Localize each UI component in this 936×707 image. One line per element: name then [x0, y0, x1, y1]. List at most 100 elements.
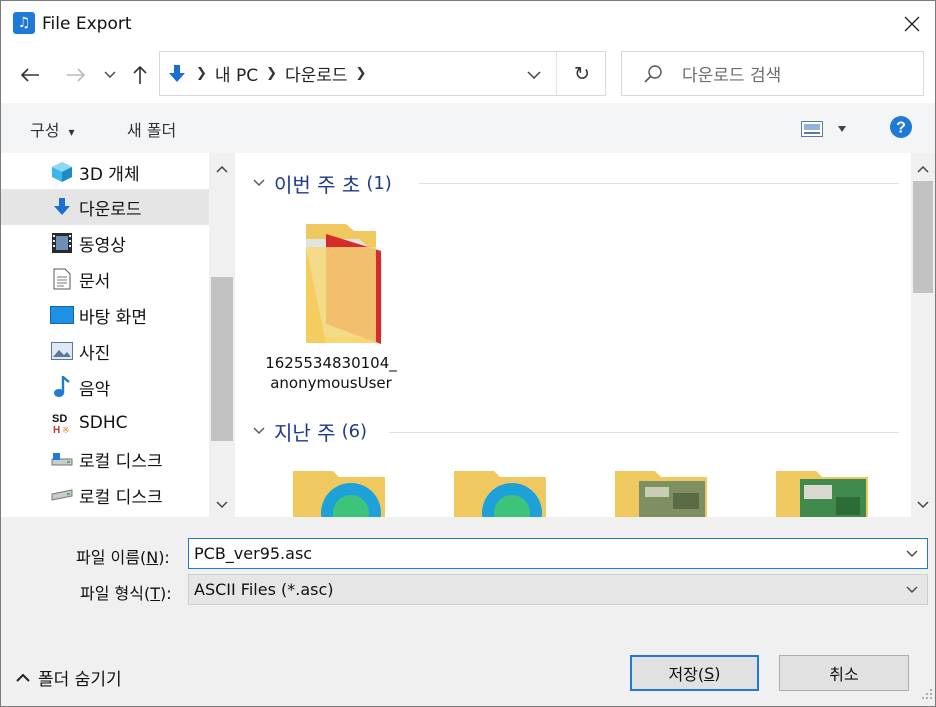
- view-thumbnail-icon: [801, 121, 823, 137]
- group-header-this-week[interactable]: 이번 주 초 (1): [249, 168, 392, 198]
- refresh-button[interactable]: ↻: [567, 60, 597, 88]
- search-input[interactable]: 다운로드 검색: [682, 61, 781, 86]
- filetype-value: ASCII Files (*.asc): [194, 580, 334, 599]
- download-icon: [50, 195, 74, 219]
- sidebar-item-label: 로컬 디스크: [79, 487, 163, 508]
- filename-field[interactable]: PCB_ver95.asc: [188, 538, 928, 569]
- document-icon: [50, 267, 74, 291]
- file-item[interactable]: [776, 471, 868, 517]
- sidebar-item-local-disk-2[interactable]: 로컬 디스크: [1, 477, 209, 513]
- navigation-scrollbar[interactable]: [209, 153, 235, 517]
- local-disk-icon: [50, 447, 74, 471]
- video-icon: [50, 231, 74, 255]
- chevron-down-icon: [104, 71, 116, 78]
- file-item[interactable]: [454, 471, 546, 517]
- refresh-icon: ↻: [574, 63, 590, 85]
- filename-value[interactable]: PCB_ver95.asc: [194, 544, 312, 563]
- 3d-objects-icon: [50, 160, 74, 184]
- sidebar-item-3d-objects[interactable]: 3D 개체: [1, 154, 209, 190]
- caret-down-icon: ▾: [68, 125, 75, 139]
- hide-folders-label: 폴더 숨기기: [38, 670, 122, 690]
- scroll-down-button[interactable]: [209, 495, 235, 515]
- group-header-last-week[interactable]: 지난 주 (6): [249, 416, 367, 446]
- filetype-dropdown[interactable]: [903, 581, 921, 599]
- cancel-button[interactable]: 취소: [779, 655, 909, 691]
- help-icon: ?: [890, 116, 912, 138]
- sidebar-item-label: 다운로드: [79, 199, 142, 220]
- divider: [556, 52, 557, 95]
- file-export-dialog: ♫ File Export ❯ 내 PC ❯ 다운로드 ❯ ↻ 다운로드 검색 …: [0, 0, 936, 707]
- filetype-label-text: 파일 형식(: [80, 584, 151, 603]
- breadcrumb-downloads[interactable]: 다운로드: [285, 61, 348, 86]
- folder-browser-icon: [293, 471, 385, 517]
- scrollbar-thumb[interactable]: [913, 181, 933, 293]
- sidebar-item-pictures[interactable]: 사진: [1, 333, 209, 369]
- folder-photo-icon: [776, 471, 868, 517]
- address-history-dropdown[interactable]: [523, 64, 545, 86]
- group-title: 지난 주: [274, 420, 336, 445]
- up-arrow-icon: [133, 65, 147, 84]
- sd-card-icon: SD H ※: [50, 411, 74, 435]
- scrollbar-thumb[interactable]: [211, 277, 233, 441]
- navigation-pane: 3D 개체 다운로드 동영상 문서 바탕 화면 사진 음악 SD H ※ SDH…: [1, 153, 209, 517]
- search-box[interactable]: 다운로드 검색: [621, 51, 924, 96]
- sidebar-item-desktop[interactable]: 바탕 화면: [1, 297, 209, 333]
- breadcrumb-this-pc[interactable]: 내 PC: [215, 61, 258, 86]
- sidebar-item-sdhc[interactable]: SD H ※ SDHC: [1, 405, 209, 441]
- help-button[interactable]: ?: [889, 115, 913, 143]
- sidebar-item-videos[interactable]: 동영상: [1, 225, 209, 261]
- sidebar-item-documents[interactable]: 문서: [1, 261, 209, 297]
- scroll-up-button[interactable]: [911, 159, 935, 179]
- up-button[interactable]: [129, 61, 151, 89]
- music-icon: [50, 375, 74, 399]
- command-bar: 구성 ▾ 새 폴더 ?: [1, 103, 935, 153]
- file-item[interactable]: [293, 471, 385, 517]
- sidebar-item-label: 음악: [79, 379, 111, 400]
- sidebar-item-label: 사진: [79, 343, 111, 364]
- group-divider: [419, 183, 899, 184]
- save-label-end: ): [714, 663, 721, 683]
- file-list-pane: 이번 주 초 (1) 1625534830104_ anonymousUser …: [235, 153, 911, 517]
- new-folder-button[interactable]: 새 폴더: [127, 117, 176, 141]
- sidebar-item-label: 로컬 디스크: [79, 451, 163, 472]
- file-list-scrollbar[interactable]: [911, 153, 935, 517]
- resize-grip-icon[interactable]: [921, 686, 933, 704]
- close-button[interactable]: [889, 1, 935, 47]
- sidebar-item-music[interactable]: 음악: [1, 369, 209, 405]
- sidebar-item-downloads[interactable]: 다운로드: [1, 189, 209, 225]
- filetype-label: 파일 형식(T):: [80, 580, 172, 604]
- chevron-down-icon: [906, 550, 918, 557]
- file-item[interactable]: [615, 471, 707, 517]
- filename-history-dropdown[interactable]: [903, 545, 921, 563]
- save-button[interactable]: 저장(S): [630, 655, 759, 691]
- title-bar: ♫ File Export: [1, 1, 935, 47]
- chevron-up-icon: [16, 673, 30, 682]
- folder-browser-icon: [454, 471, 546, 517]
- organize-label: 구성: [30, 121, 60, 140]
- hide-folders-toggle[interactable]: 폴더 숨기기: [16, 665, 122, 690]
- filetype-label-end: ):: [160, 584, 172, 603]
- pictures-icon: [50, 339, 74, 363]
- file-item[interactable]: 1625534830104_ anonymousUser: [261, 219, 401, 393]
- close-icon: [904, 16, 920, 32]
- folder-file-icon: [306, 224, 382, 344]
- filename-accesskey: N: [146, 548, 159, 567]
- scroll-down-button[interactable]: [911, 495, 935, 515]
- recent-locations-button[interactable]: [101, 61, 119, 89]
- back-button[interactable]: [17, 61, 43, 89]
- sidebar-item-local-disk-1[interactable]: 로컬 디스크: [1, 441, 209, 477]
- group-count: (6): [341, 420, 368, 442]
- address-bar[interactable]: ❯ 내 PC ❯ 다운로드 ❯ ↻: [159, 51, 606, 96]
- sidebar-item-label: 바탕 화면: [79, 307, 147, 328]
- forward-button[interactable]: [63, 61, 89, 89]
- svg-text:?: ?: [896, 120, 906, 137]
- desktop-icon: [50, 303, 74, 327]
- filetype-select[interactable]: ASCII Files (*.asc): [188, 574, 928, 605]
- scroll-up-button[interactable]: [209, 159, 235, 179]
- chevron-down-icon: [249, 173, 269, 193]
- folder-photo-icon: [615, 471, 707, 517]
- window-title: File Export: [42, 14, 132, 34]
- change-view-button[interactable]: [801, 119, 847, 139]
- organize-menu[interactable]: 구성 ▾: [30, 117, 75, 141]
- forward-arrow-icon: [67, 68, 86, 82]
